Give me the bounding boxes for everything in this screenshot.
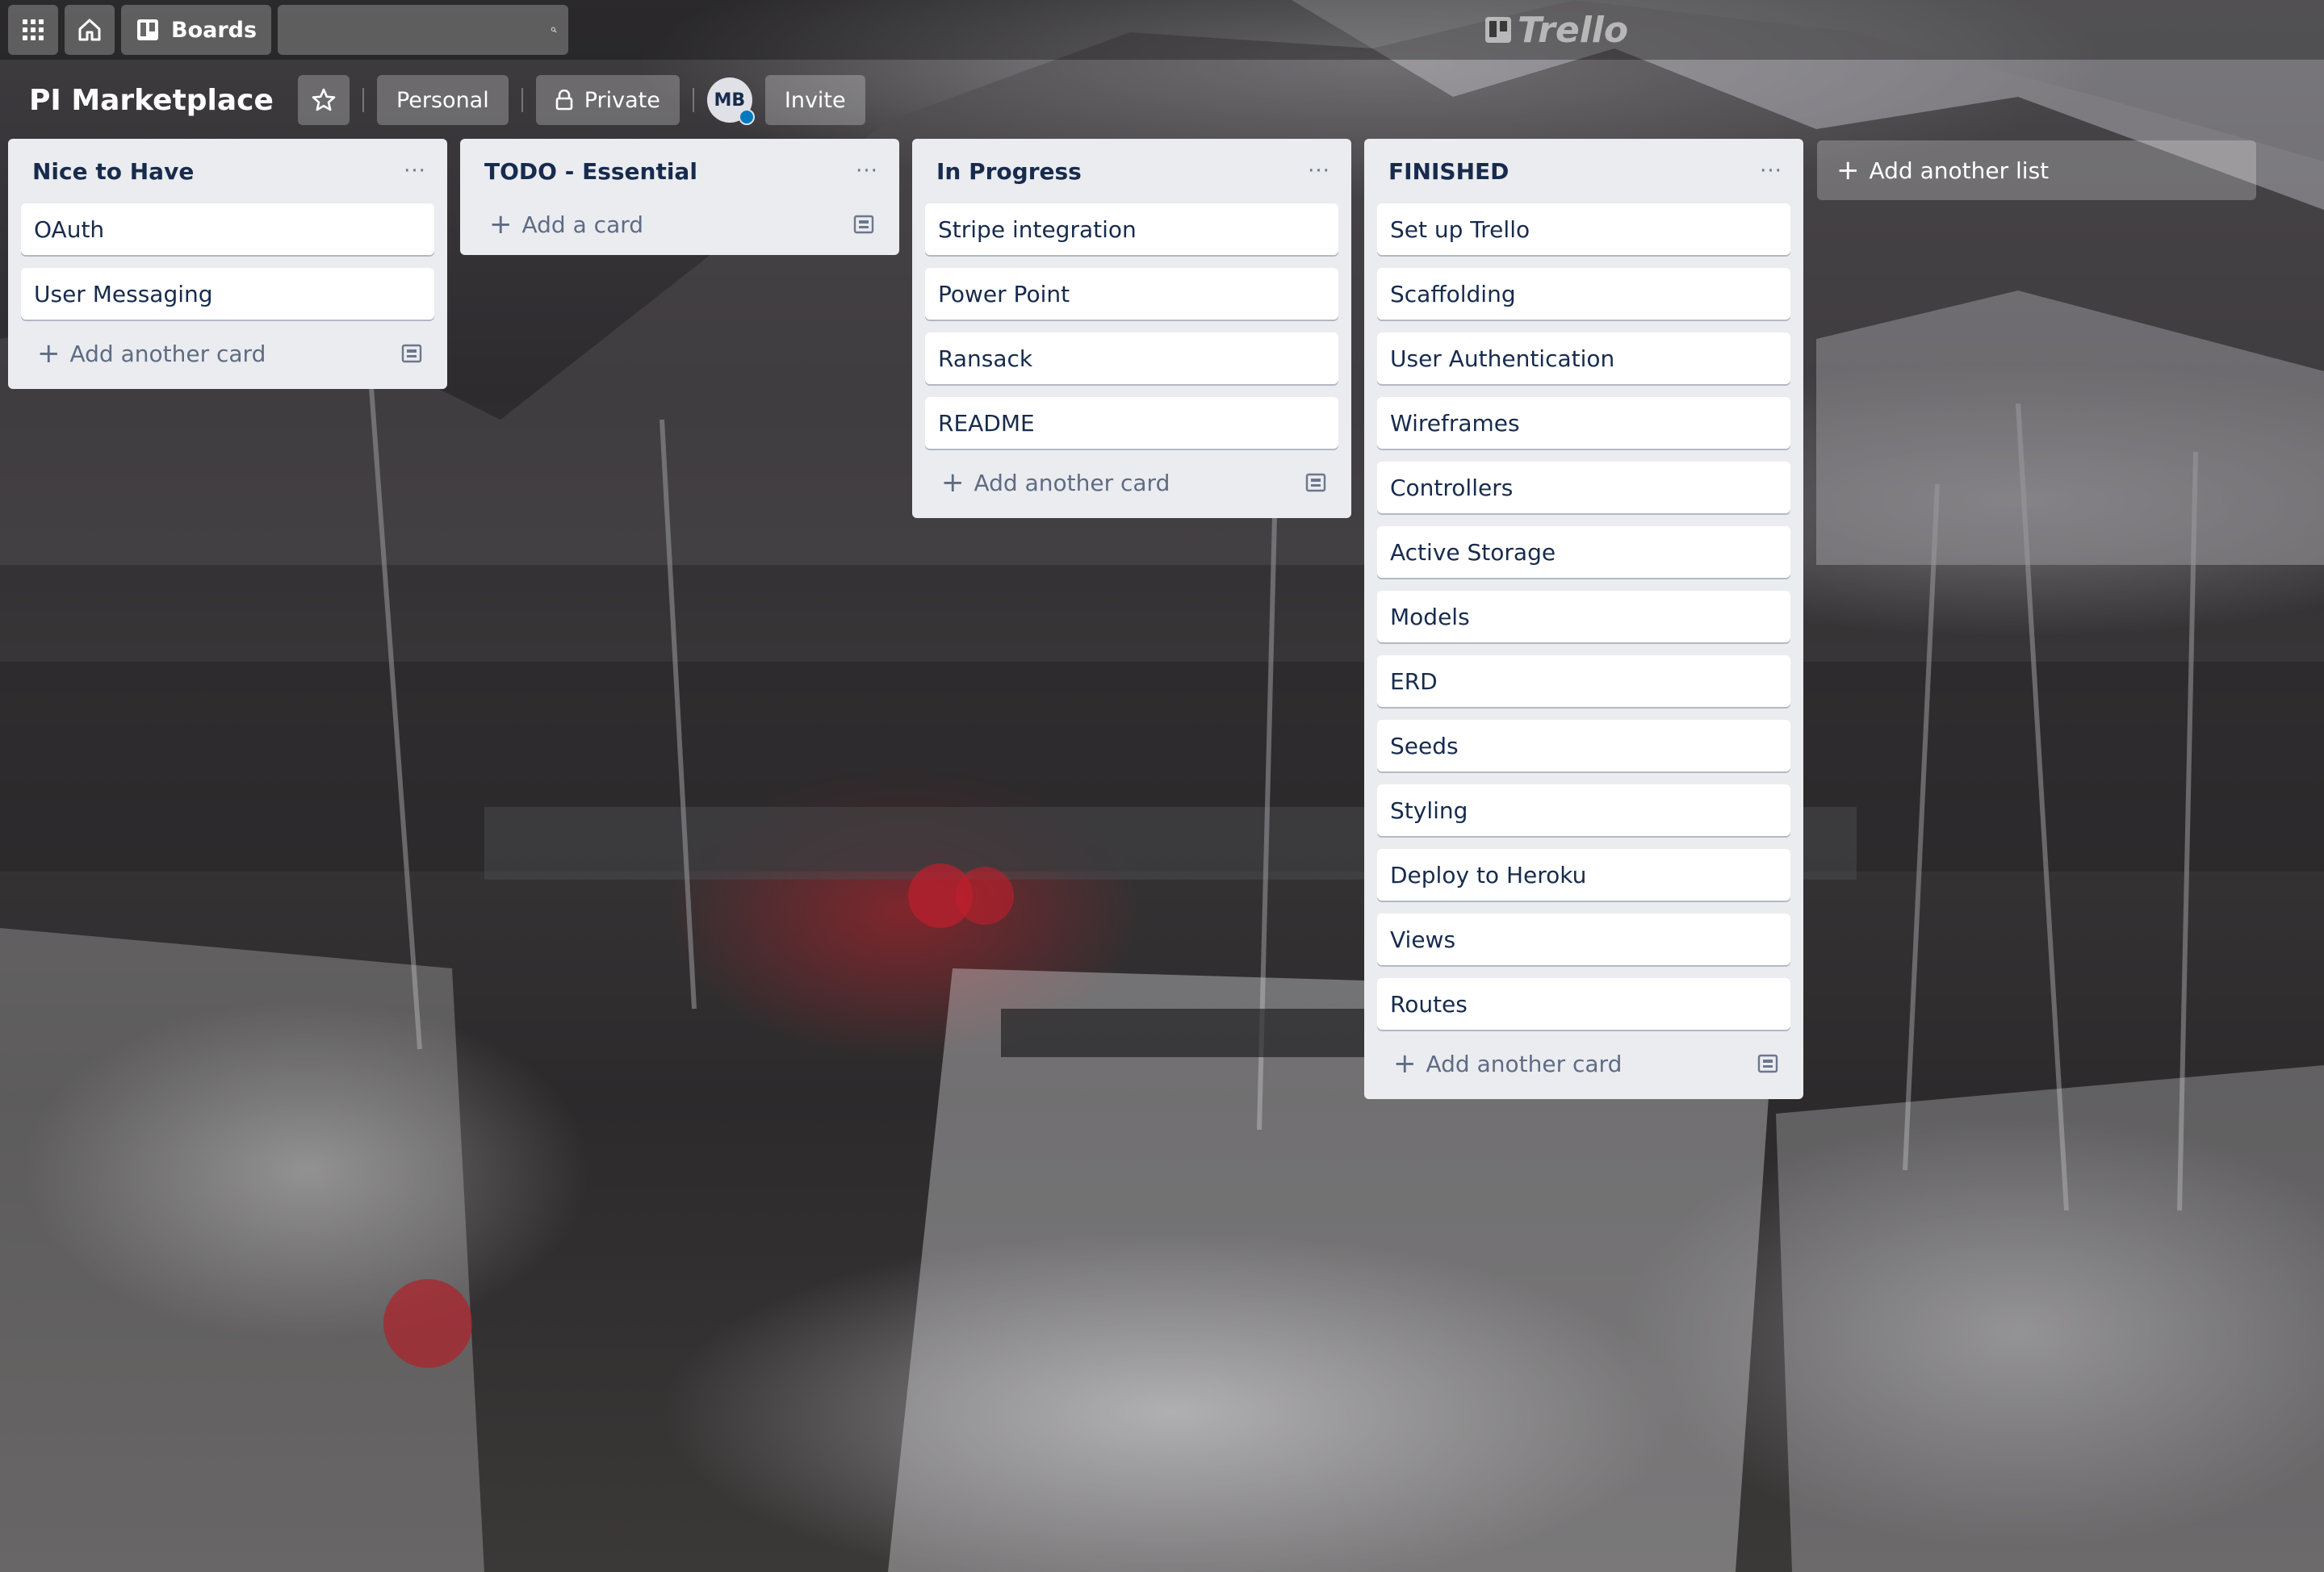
list-header: In Progress ··· [925, 139, 1338, 203]
card[interactable]: Deploy to Heroku [1377, 849, 1790, 901]
add-card-button[interactable]: + Add a card [473, 200, 886, 249]
trello-logo[interactable]: Trello [1484, 8, 1628, 52]
add-card-label: Add another card [1426, 1050, 1623, 1077]
plus-icon: + [489, 208, 513, 240]
board-title[interactable]: PI Marketplace [18, 84, 285, 117]
board-header: PI Marketplace Personal Private MB Invit… [18, 74, 865, 126]
card[interactable]: Routes [1377, 978, 1790, 1030]
invite-button[interactable]: Invite [764, 75, 865, 125]
home-button[interactable] [65, 5, 115, 55]
card[interactable]: Controllers [1377, 462, 1790, 513]
list-in-progress: In Progress ··· Stripe integration Power… [912, 139, 1351, 518]
add-card-button[interactable]: + Add another card [1377, 1039, 1790, 1088]
add-card-button[interactable]: + Add another card [21, 329, 434, 378]
card[interactable]: Scaffolding [1377, 268, 1790, 320]
plus-icon: + [1393, 1047, 1417, 1080]
list-menu-icon[interactable]: ··· [851, 155, 883, 187]
boards-label: Boards [171, 17, 258, 43]
card[interactable]: Wireframes [1377, 397, 1790, 449]
card[interactable]: Active Storage [1377, 526, 1790, 578]
add-list-label: Add another list [1869, 157, 2050, 184]
star-board-button[interactable] [297, 75, 350, 125]
plus-icon: + [1836, 154, 1860, 186]
apps-grid-icon [23, 19, 44, 40]
header-divider [362, 88, 364, 112]
list-header: Nice to Have ··· [21, 139, 434, 203]
plus-icon: + [941, 466, 965, 499]
boards-icon [137, 19, 158, 40]
list-menu-icon[interactable]: ··· [399, 155, 431, 187]
add-card-label: Add another card [974, 469, 1170, 496]
add-list-button[interactable]: + Add another list [1817, 140, 2256, 200]
card-template-icon[interactable] [1757, 1053, 1779, 1074]
search-box[interactable] [278, 5, 569, 55]
boards-button[interactable]: Boards [121, 5, 272, 55]
card[interactable]: Power Point [925, 268, 1338, 320]
card[interactable]: Ransack [925, 332, 1338, 384]
member-initials: MB [714, 90, 746, 111]
list-finished: FINISHED ··· Set up Trello Scaffolding U… [1364, 139, 1803, 1099]
card[interactable]: Models [1377, 591, 1790, 642]
trello-logo-icon [1485, 17, 1511, 43]
apps-grid-button[interactable] [8, 5, 58, 55]
header-divider [521, 88, 523, 112]
admin-badge-icon [738, 109, 755, 125]
privacy-button[interactable]: Private [535, 75, 680, 125]
list-title[interactable]: Nice to Have [32, 158, 194, 185]
card[interactable]: README [925, 397, 1338, 449]
card[interactable]: Stripe integration [925, 203, 1338, 255]
privacy-label: Private [584, 87, 660, 113]
list-header: TODO - Essential ··· [473, 139, 886, 203]
lock-icon [555, 90, 573, 111]
add-card-label: Add another card [69, 340, 266, 367]
card[interactable]: Seeds [1377, 720, 1790, 771]
trello-logo-text: Trello [1518, 9, 1629, 51]
card-template-icon[interactable] [852, 214, 875, 235]
team-visibility-button[interactable]: Personal [376, 75, 509, 125]
list-title[interactable]: In Progress [936, 158, 1082, 185]
team-visibility-label: Personal [396, 87, 489, 113]
card[interactable]: ERD [1377, 655, 1790, 707]
card-template-icon[interactable] [400, 343, 423, 364]
plus-icon: + [37, 337, 61, 370]
invite-label: Invite [784, 87, 846, 113]
top-navigation-bar: Boards Trello [0, 0, 2324, 60]
home-icon [78, 19, 101, 41]
list-menu-icon[interactable]: ··· [1755, 155, 1787, 187]
add-card-button[interactable]: + Add another card [925, 458, 1338, 507]
list-header: FINISHED ··· [1377, 139, 1790, 203]
card[interactable]: Styling [1377, 784, 1790, 836]
list-title[interactable]: FINISHED [1388, 158, 1509, 185]
card[interactable]: OAuth [21, 203, 434, 255]
card-template-icon[interactable] [1304, 472, 1327, 493]
list-title[interactable]: TODO - Essential [484, 158, 697, 185]
list-todo-essential: TODO - Essential ··· + Add a card [460, 139, 899, 255]
header-divider [692, 88, 694, 112]
member-avatar[interactable]: MB [706, 77, 755, 125]
list-menu-icon[interactable]: ··· [1303, 155, 1335, 187]
search-input[interactable] [289, 18, 551, 42]
list-nice-to-have: Nice to Have ··· OAuth User Messaging + … [8, 139, 447, 389]
card[interactable]: Set up Trello [1377, 203, 1790, 255]
card[interactable]: User Messaging [21, 268, 434, 320]
add-card-label: Add a card [521, 211, 644, 238]
card[interactable]: User Authentication [1377, 332, 1790, 384]
card[interactable]: Views [1377, 914, 1790, 965]
star-icon [312, 88, 336, 111]
search-icon[interactable] [551, 16, 557, 44]
